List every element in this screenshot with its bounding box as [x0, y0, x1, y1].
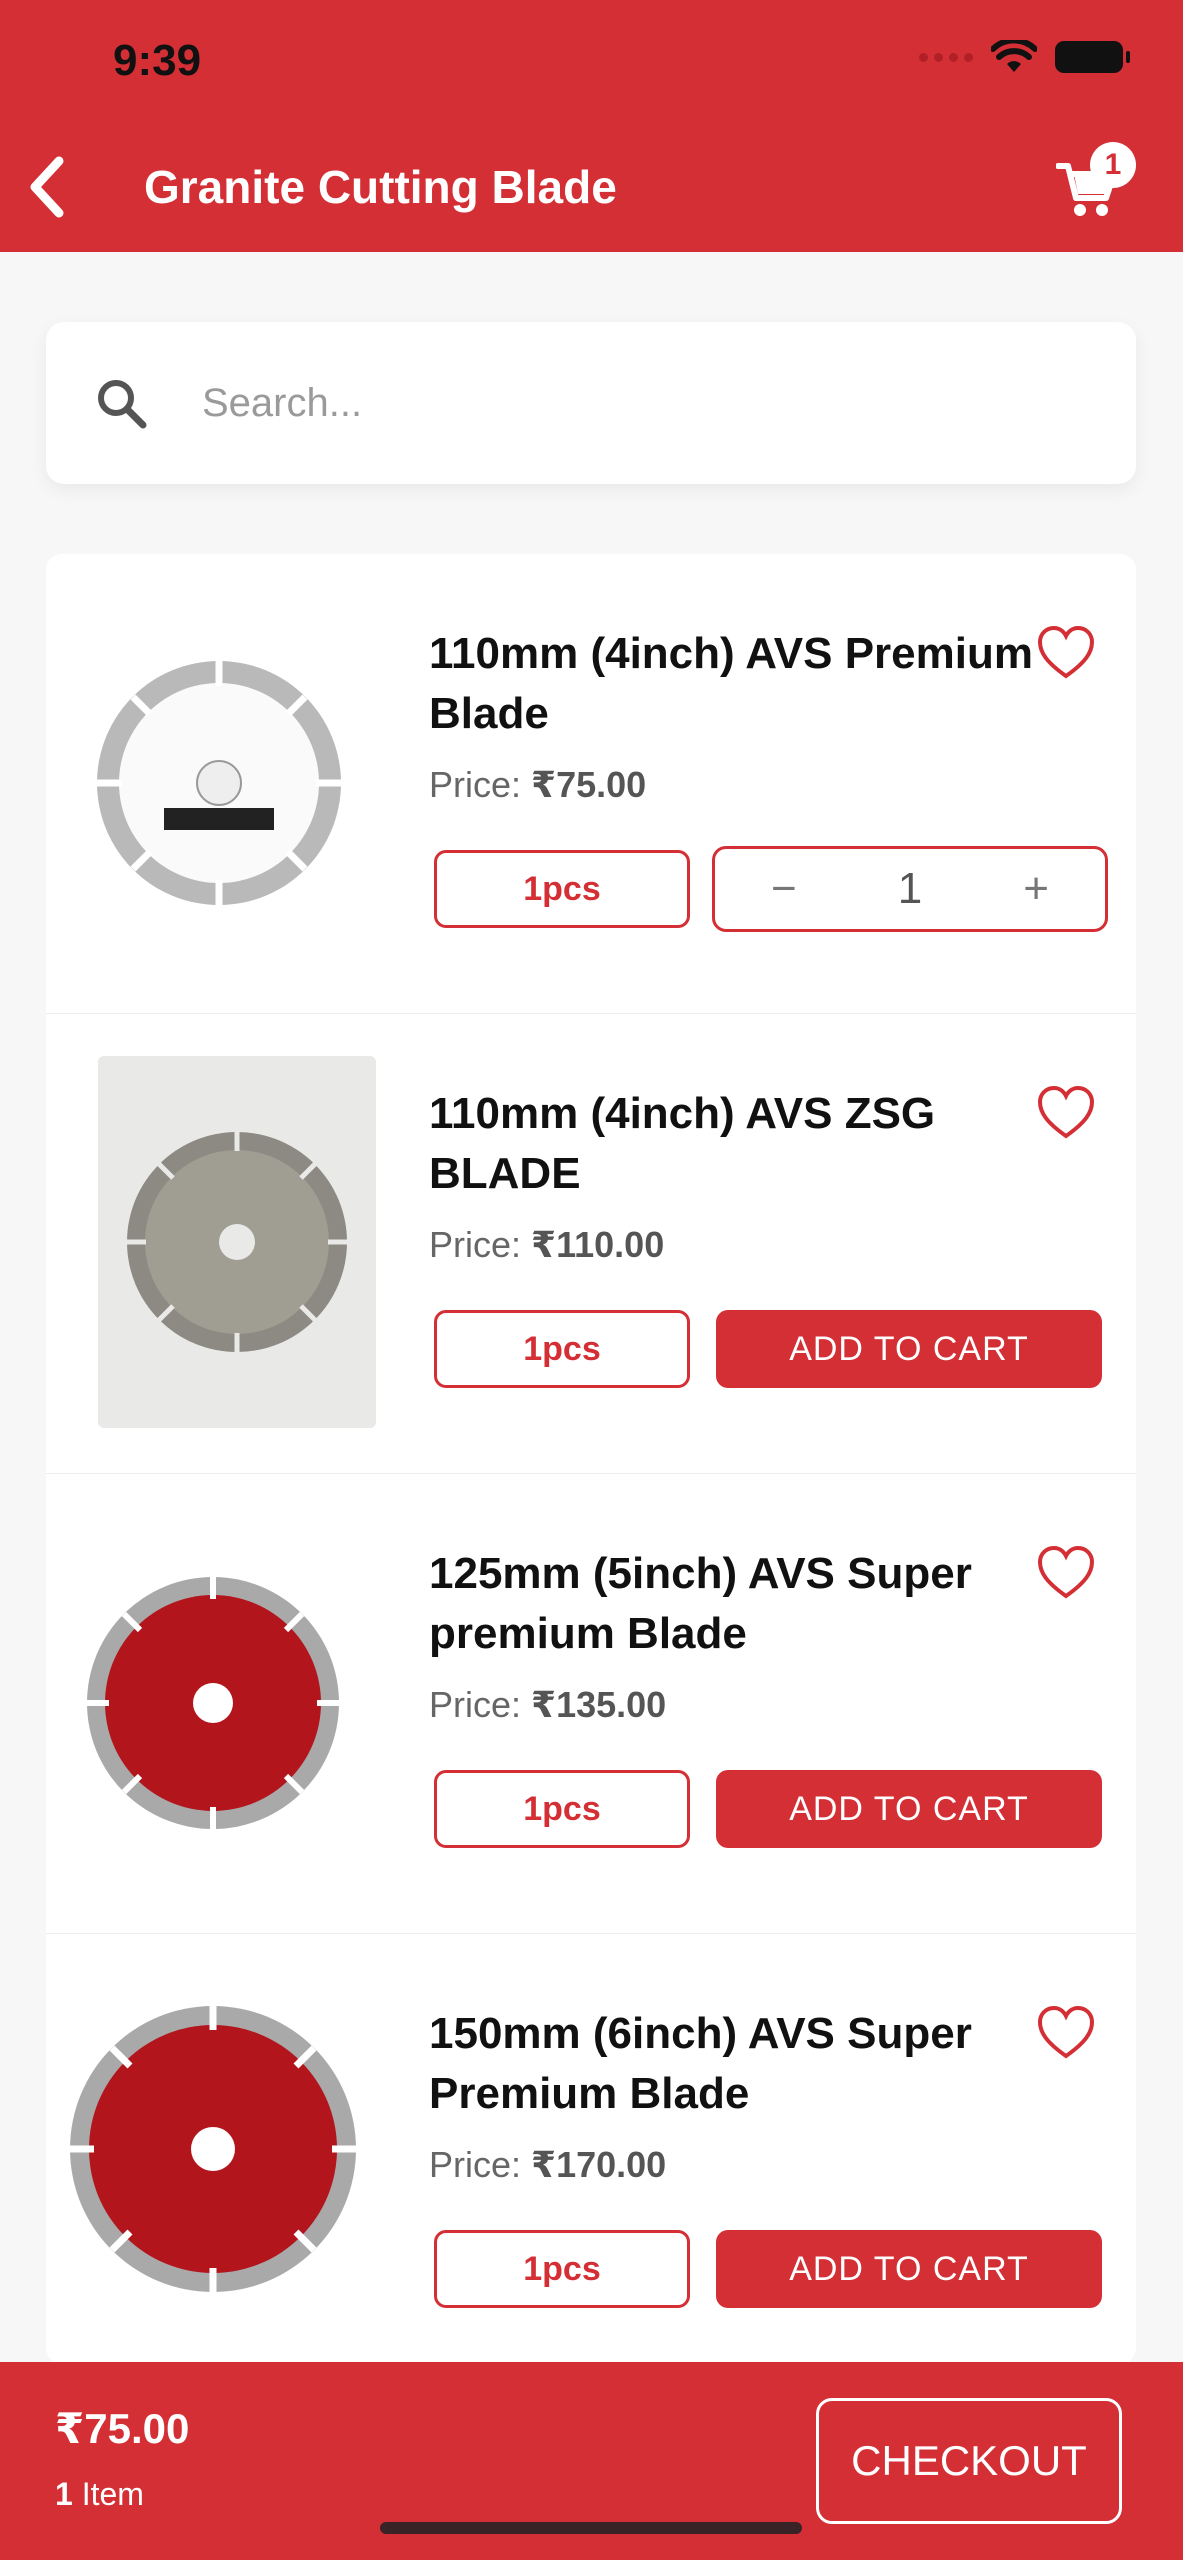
product-name[interactable]: 110mm (4inch) AVS ZSG BLADE — [429, 1084, 1049, 1204]
item-count-label: Item — [81, 2476, 144, 2512]
heart-icon[interactable] — [1036, 1084, 1096, 1144]
price-label: Price: — [429, 1224, 522, 1265]
unit-selector[interactable]: 1pcs — [434, 1770, 690, 1848]
search-bar[interactable] — [46, 322, 1136, 484]
price-value: ₹75.00 — [531, 764, 647, 805]
price-value: ₹135.00 — [531, 1684, 667, 1725]
product-price: Price: ₹135.00 — [429, 1684, 666, 1726]
page-title: Granite Cutting Blade — [144, 161, 617, 213]
price-value: ₹110.00 — [531, 1224, 665, 1265]
status-icons — [919, 40, 1130, 74]
chevron-left-icon — [30, 156, 64, 218]
product-card[interactable]: 110mm (4inch) AVS ZSG BLADE Price: ₹110.… — [46, 1014, 1136, 1474]
cart-total: ₹75.00 — [55, 2405, 190, 2452]
heart-icon[interactable] — [1036, 624, 1096, 684]
product-card[interactable]: 125mm (5inch) AVS Super premium Blade Pr… — [46, 1474, 1136, 1934]
grey-blade-photo — [98, 1056, 376, 1428]
unit-selector[interactable]: 1pcs — [434, 2230, 690, 2308]
back-button[interactable] — [22, 152, 72, 222]
search-input[interactable] — [202, 370, 1082, 436]
item-count-value: 1 — [55, 2476, 73, 2512]
product-name[interactable]: 110mm (4inch) AVS Premium Blade — [429, 624, 1049, 744]
product-name[interactable]: 150mm (6inch) AVS Super Premium Blade — [429, 2004, 1049, 2124]
cart-count-badge: 1 — [1090, 142, 1136, 188]
wifi-icon — [991, 40, 1037, 72]
product-list: 110mm (4inch) AVS Premium Blade Price: ₹… — [46, 554, 1136, 2364]
increment-button[interactable]: + — [1023, 864, 1049, 914]
search-icon — [98, 380, 147, 429]
heart-icon[interactable] — [1036, 2004, 1096, 2064]
checkout-button[interactable]: CHECKOUT — [816, 2398, 1122, 2524]
unit-selector[interactable]: 1pcs — [434, 850, 690, 928]
product-name[interactable]: 125mm (5inch) AVS Super premium Blade — [429, 1544, 1049, 1664]
signal-icon — [919, 52, 973, 62]
cart-item-count: 1 Item — [55, 2476, 144, 2513]
app-header: 9:39 Granite Cutting Blade 1 — [0, 0, 1183, 252]
product-card[interactable]: 110mm (4inch) AVS Premium Blade Price: ₹… — [46, 554, 1136, 1014]
add-to-cart-button[interactable]: ADD TO CART — [716, 1770, 1102, 1848]
price-label: Price: — [429, 2144, 522, 2185]
price-label: Price: — [429, 1684, 522, 1725]
home-indicator[interactable] — [380, 2522, 802, 2534]
price-label: Price: — [429, 764, 522, 805]
white-blade-image — [74, 638, 364, 928]
decrement-button[interactable]: − — [771, 864, 797, 914]
product-price: Price: ₹75.00 — [429, 764, 646, 806]
product-price: Price: ₹170.00 — [429, 2144, 666, 2186]
add-to-cart-button[interactable]: ADD TO CART — [716, 1310, 1102, 1388]
quantity-value: 1 — [897, 864, 923, 913]
add-to-cart-button[interactable]: ADD TO CART — [716, 2230, 1102, 2308]
product-card[interactable]: 150mm (6inch) AVS Super Premium Blade Pr… — [46, 1934, 1136, 2364]
product-price: Price: ₹110.00 — [429, 1224, 664, 1266]
red-blade-image — [68, 1558, 358, 1848]
status-time: 9:39 — [113, 36, 202, 85]
red-blade-image — [68, 2004, 358, 2294]
price-value: ₹170.00 — [531, 2144, 667, 2185]
unit-selector[interactable]: 1pcs — [434, 1310, 690, 1388]
battery-icon — [1055, 41, 1130, 73]
heart-icon[interactable] — [1036, 1544, 1096, 1604]
quantity-stepper[interactable]: − 1 + — [712, 846, 1108, 932]
